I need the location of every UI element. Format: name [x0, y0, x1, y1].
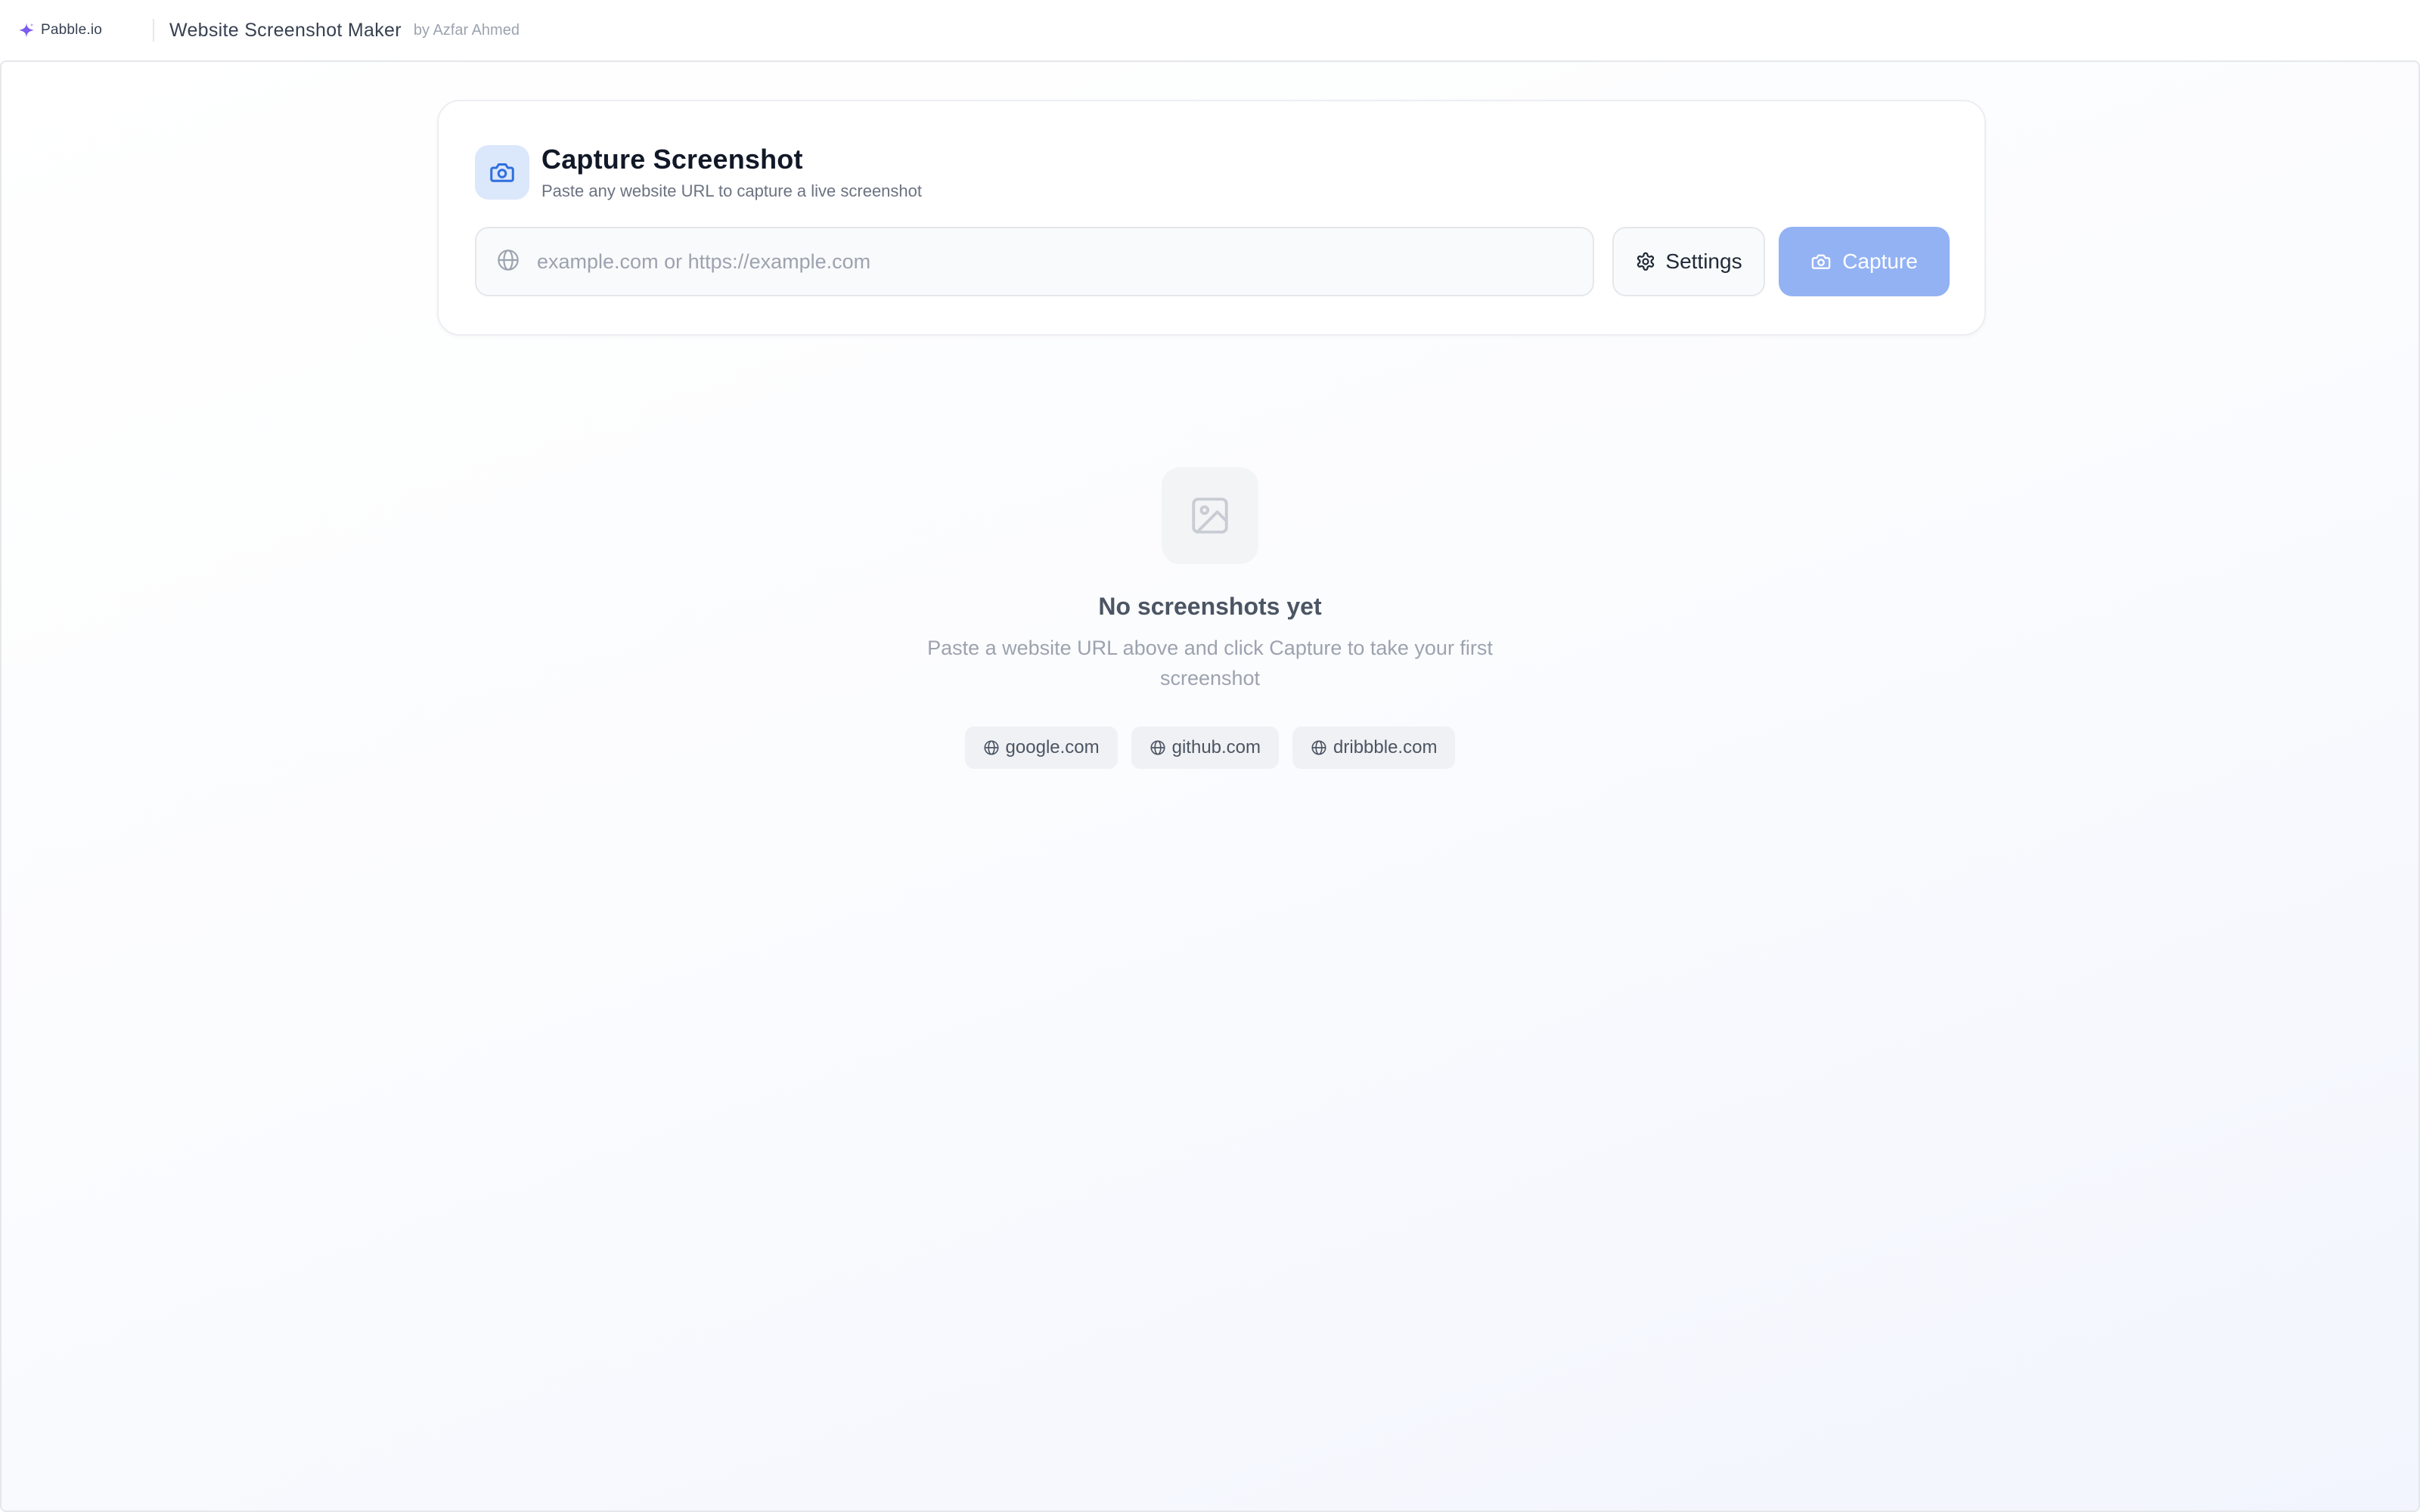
capture-card: Capture Screenshot Paste any website URL… [437, 100, 1986, 336]
card-title: Capture Screenshot [541, 144, 803, 175]
globe-icon [1150, 739, 1166, 756]
card-subtitle: Paste any website URL to capture a live … [541, 181, 923, 200]
camera-icon [1810, 251, 1832, 272]
camera-badge [475, 145, 529, 200]
app-title: Website Screenshot Maker [169, 19, 402, 41]
settings-label: Settings [1665, 249, 1742, 273]
card-header: Capture Screenshot Paste any website URL… [475, 144, 922, 201]
url-field[interactable] [475, 227, 1594, 296]
suggestion-chips: google.com github.com dribbble.com [2, 727, 2418, 769]
capture-button[interactable]: Capture [1779, 227, 1950, 296]
brand[interactable]: Pabble.io [17, 20, 151, 40]
suggestion-chip-dribbble[interactable]: dribbble.com [1292, 727, 1456, 769]
card-header-text: Capture Screenshot Paste any website URL… [541, 144, 922, 201]
suggestion-chip-label: github.com [1171, 737, 1261, 758]
suggestion-chip-github[interactable]: github.com [1131, 727, 1280, 769]
header-divider [153, 19, 154, 42]
globe-icon [983, 739, 1000, 756]
url-input[interactable] [537, 239, 1550, 284]
globe-icon [1311, 739, 1327, 756]
globe-icon [496, 248, 520, 272]
brand-name: Pabble.io [41, 22, 103, 38]
empty-state: No screenshots yet Paste a website URL a… [2, 467, 2418, 769]
top-bar: Pabble.io Website Screenshot Maker by Az… [0, 0, 2420, 60]
suggestion-chip-label: dribbble.com [1333, 737, 1438, 758]
camera-icon [489, 159, 516, 186]
sparkle-icon [17, 20, 36, 40]
app-author: by Azfar Ahmed [413, 21, 520, 39]
empty-state-title: No screenshots yet [1098, 593, 1322, 620]
suggestion-chip-label: google.com [1005, 737, 1100, 758]
empty-state-icon-box [1162, 467, 1258, 564]
capture-label: Capture [1842, 249, 1918, 273]
suggestion-chip-google[interactable]: google.com [964, 727, 1118, 769]
empty-state-description: Paste a website URL above and click Capt… [927, 637, 1493, 689]
image-icon [1188, 494, 1232, 538]
gear-icon [1635, 251, 1656, 272]
settings-button[interactable]: Settings [1612, 227, 1765, 296]
main-canvas: Capture Screenshot Paste any website URL… [0, 60, 2420, 1512]
